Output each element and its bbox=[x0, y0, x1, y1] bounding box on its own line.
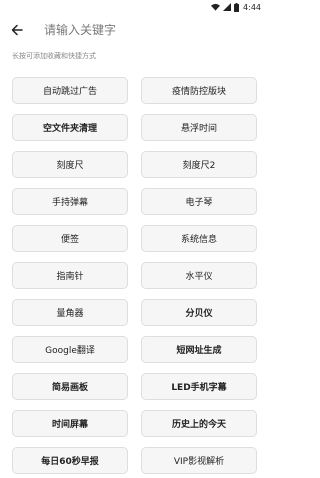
tool-tile[interactable]: 空文件夹清理 bbox=[12, 114, 128, 141]
status-time: 4:44 bbox=[243, 2, 261, 12]
tool-tile[interactable]: 简易画板 bbox=[12, 373, 128, 400]
tool-tile[interactable]: 指南针 bbox=[12, 262, 128, 289]
search-bar bbox=[0, 14, 269, 46]
tool-tile[interactable]: 量角器 bbox=[12, 299, 128, 326]
tool-tile[interactable]: 刻度尺 bbox=[12, 151, 128, 178]
cellular-signal-icon bbox=[223, 3, 232, 11]
tool-tile[interactable]: 每日60秒早报 bbox=[12, 447, 128, 474]
arrow-back-icon bbox=[11, 24, 23, 36]
back-button[interactable] bbox=[6, 19, 28, 41]
tool-tile[interactable]: 悬浮时间 bbox=[141, 114, 257, 141]
tool-tile[interactable]: LED手机字幕 bbox=[141, 373, 257, 400]
status-icons bbox=[211, 2, 240, 12]
tool-tile[interactable]: 疫情防控版块 bbox=[141, 77, 257, 104]
search-input[interactable] bbox=[42, 22, 263, 38]
tool-tile[interactable]: 电子琴 bbox=[141, 188, 257, 215]
hint-text: 长按可添加收藏和快捷方式 bbox=[12, 52, 96, 60]
tool-tile[interactable]: 短网址生成 bbox=[141, 336, 257, 363]
tool-tile[interactable]: VIP影视解析 bbox=[141, 447, 257, 474]
tool-tile[interactable]: 水平仪 bbox=[141, 262, 257, 289]
tool-tile[interactable]: 历史上的今天 bbox=[141, 410, 257, 437]
tool-tile[interactable]: 便签 bbox=[12, 225, 128, 252]
status-bar: 4:44 bbox=[0, 0, 269, 14]
tool-tile[interactable]: 系统信息 bbox=[141, 225, 257, 252]
tool-tile[interactable]: Google翻译 bbox=[12, 336, 128, 363]
battery-icon bbox=[234, 2, 240, 12]
tool-tile[interactable]: 刻度尺2 bbox=[141, 151, 257, 178]
tool-tile[interactable]: 分贝仪 bbox=[141, 299, 257, 326]
tool-tile[interactable]: 自动跳过广告 bbox=[12, 77, 128, 104]
tool-grid: 自动跳过广告 疫情防控版块 空文件夹清理 悬浮时间 刻度尺 刻度尺2 手持弹幕 电子琴 便签 系统… bbox=[12, 77, 257, 474]
tool-tile[interactable]: 手持弹幕 bbox=[12, 188, 128, 215]
tool-tile[interactable]: 时间屏幕 bbox=[12, 410, 128, 437]
wifi-icon bbox=[211, 3, 221, 11]
